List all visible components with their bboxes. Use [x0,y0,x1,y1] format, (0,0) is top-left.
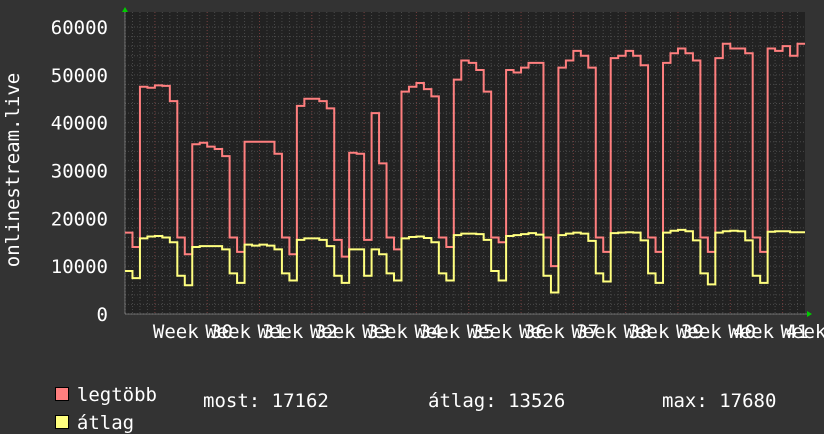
legend-item-avg: átlag [32,390,134,434]
legend-label-avg: átlag [76,412,135,434]
y-tick-label: 40000 [51,113,108,135]
y-tick-label: 30000 [51,161,108,183]
plot-area [125,12,805,314]
stat-current: most: 17162 [203,390,329,412]
y-tick-label: 20000 [51,208,108,230]
x-axis-arrow [807,311,812,317]
y-tick-label: 50000 [51,65,108,87]
stat-average: átlag: 13526 [428,390,566,412]
y-tick-label: 0 [97,304,108,326]
y-tick-label: 60000 [51,17,108,39]
y-axis-label: onlinestream.live [2,73,24,267]
y-tick-label: 10000 [51,256,108,278]
x-tick-label: Week 42 [781,321,824,343]
y-axis-arrow [122,7,128,12]
legend-swatch-avg [54,414,69,429]
stat-max: max: 17680 [662,390,777,412]
